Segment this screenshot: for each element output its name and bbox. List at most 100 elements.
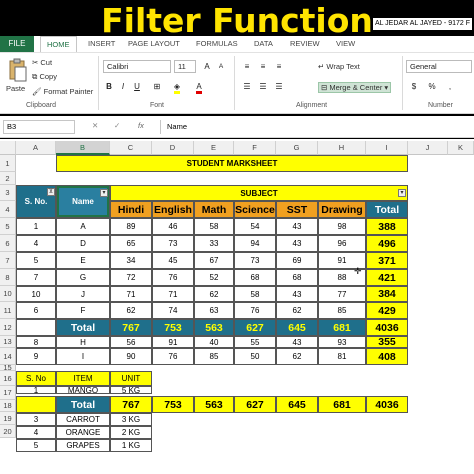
item-unit[interactable]: 3 KG <box>110 413 152 426</box>
student-total[interactable]: 384 <box>366 286 408 302</box>
column-header-e[interactable]: E <box>194 141 234 155</box>
row-header-13[interactable]: 13 <box>0 336 16 348</box>
merge-center-button[interactable]: ⊟ Merge & Center ▾ <box>318 82 392 93</box>
row-header-19[interactable]: 19 <box>0 412 16 425</box>
row-header-17[interactable]: 17 <box>0 386 16 400</box>
mark-cell[interactable]: 81 <box>318 348 366 365</box>
student-sno[interactable]: 6 <box>16 302 56 319</box>
item-name[interactable]: CARROT <box>56 413 110 426</box>
student-name[interactable]: H <box>56 336 110 348</box>
font-size-select[interactable]: 11 <box>174 60 196 73</box>
tab-file[interactable]: FILE <box>0 36 34 52</box>
column-header-i[interactable]: I <box>366 141 408 155</box>
mark-cell[interactable]: 45 <box>152 252 194 269</box>
student-sno[interactable]: 1 <box>16 218 56 235</box>
mark-cell[interactable]: 72 <box>110 269 152 286</box>
student-total[interactable]: 388 <box>366 218 408 235</box>
mark-cell[interactable]: 33 <box>194 235 234 252</box>
enter-icon[interactable]: ✓ <box>114 121 120 130</box>
student-name[interactable]: J <box>56 286 110 302</box>
cancel-icon[interactable]: ✕ <box>92 121 98 130</box>
paste-button[interactable]: Paste <box>6 84 25 93</box>
mark-cell[interactable]: 67 <box>194 252 234 269</box>
mark-cell[interactable]: 73 <box>234 252 276 269</box>
mark-cell[interactable]: 77 <box>318 286 366 302</box>
italic-button[interactable]: I <box>117 80 129 93</box>
mark-cell[interactable]: 68 <box>234 269 276 286</box>
mark-cell[interactable]: 58 <box>194 218 234 235</box>
item-unit[interactable]: 5 KG <box>110 386 152 395</box>
number-format-select[interactable]: General <box>406 60 472 73</box>
tab-data[interactable]: DATA <box>254 36 273 52</box>
student-name[interactable]: F <box>56 302 110 319</box>
student-total[interactable]: 496 <box>366 235 408 252</box>
borders-icon[interactable]: ⊞ <box>150 80 164 93</box>
mark-cell[interactable]: 76 <box>152 269 194 286</box>
mark-cell[interactable]: 43 <box>276 218 318 235</box>
mark-cell[interactable]: 71 <box>152 286 194 302</box>
column-header-f[interactable]: F <box>234 141 276 155</box>
mark-cell[interactable]: 90 <box>110 348 152 365</box>
fill-color-icon[interactable]: ◈ <box>170 80 184 94</box>
comma-icon[interactable]: , <box>442 80 458 93</box>
row-header-11[interactable]: 11 <box>0 302 16 319</box>
mark-cell[interactable]: 34 <box>110 252 152 269</box>
column-header-j[interactable]: J <box>408 141 448 155</box>
student-sno[interactable]: 5 <box>16 252 56 269</box>
tab-view[interactable]: VIEW <box>336 36 355 52</box>
row-header-10[interactable]: 10 <box>0 286 16 302</box>
row-header-16[interactable]: 16 <box>0 371 16 386</box>
mark-cell[interactable]: 62 <box>110 302 152 319</box>
student-name[interactable]: G <box>56 269 110 286</box>
blank-cell[interactable] <box>16 396 56 413</box>
student-sno[interactable]: 8 <box>16 336 56 348</box>
student-name[interactable]: E <box>56 252 110 269</box>
mark-cell[interactable]: 46 <box>152 218 194 235</box>
format-painter-button[interactable]: 🖌 Format Painter <box>32 87 93 96</box>
mark-cell[interactable]: 43 <box>276 235 318 252</box>
mark-cell[interactable]: 62 <box>276 348 318 365</box>
font-color-icon[interactable]: A <box>192 80 206 94</box>
select-all-corner[interactable] <box>0 141 16 155</box>
student-total[interactable]: 408 <box>366 348 408 365</box>
copy-button[interactable]: ⧉ Copy <box>32 72 57 82</box>
item-sno[interactable]: 4 <box>16 426 56 439</box>
bold-button[interactable]: B <box>103 80 115 93</box>
blank-cell[interactable] <box>16 319 56 336</box>
mark-cell[interactable]: 94 <box>234 235 276 252</box>
align-center-icon[interactable]: ☰ <box>256 80 270 93</box>
insert-function-icon[interactable]: fx <box>138 121 144 130</box>
mark-cell[interactable]: 56 <box>110 336 152 348</box>
mark-cell[interactable]: 89 <box>110 218 152 235</box>
student-name[interactable]: D <box>56 235 110 252</box>
row-header-8[interactable]: 8 <box>0 269 16 286</box>
student-total[interactable]: 429 <box>366 302 408 319</box>
item-name[interactable]: GRAPES <box>56 439 110 452</box>
mark-cell[interactable]: 76 <box>234 302 276 319</box>
student-sno[interactable]: 9 <box>16 348 56 365</box>
mark-cell[interactable]: 40 <box>194 336 234 348</box>
row-header-1[interactable]: 1 <box>0 155 16 172</box>
shrink-font-icon[interactable]: A <box>214 60 228 73</box>
column-header-a[interactable]: A <box>16 141 56 155</box>
mark-cell[interactable]: 93 <box>318 336 366 348</box>
mark-cell[interactable]: 98 <box>318 218 366 235</box>
wrap-text-button[interactable]: ↵ Wrap Text <box>318 62 360 71</box>
mark-cell[interactable]: 85 <box>318 302 366 319</box>
cut-button[interactable]: ✂ Cut <box>32 58 52 67</box>
mark-cell[interactable]: 73 <box>152 235 194 252</box>
column-header-k[interactable]: K <box>448 141 474 155</box>
row-header-12[interactable]: 12 <box>0 319 16 336</box>
item-unit[interactable]: 2 KG <box>110 426 152 439</box>
formula-input[interactable]: Name <box>160 120 474 134</box>
row-header-2[interactable]: 2 <box>0 172 16 185</box>
row-header-3[interactable]: 3 <box>0 185 16 201</box>
item-sno[interactable]: 3 <box>16 413 56 426</box>
mark-cell[interactable]: 43 <box>276 336 318 348</box>
row-header-7[interactable]: 7 <box>0 252 16 269</box>
name-filter-icon[interactable]: ▾ <box>100 189 108 197</box>
column-header-d[interactable]: D <box>152 141 194 155</box>
subject-filter-icon[interactable]: ▾ <box>398 189 406 197</box>
student-total[interactable]: 421 <box>366 269 408 286</box>
mark-cell[interactable]: 63 <box>194 302 234 319</box>
